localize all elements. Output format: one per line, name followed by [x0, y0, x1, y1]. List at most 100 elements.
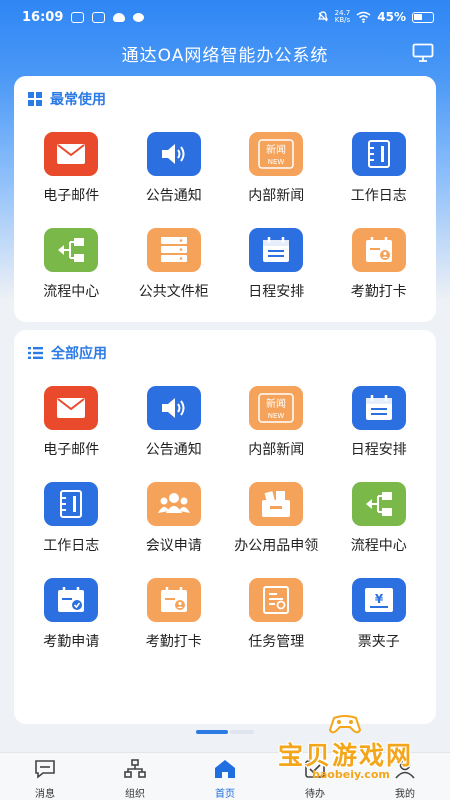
svg-text:新闻: 新闻 [266, 143, 286, 156]
status-bar: 16:09 24.7 KB/s 45% [0, 0, 450, 34]
frequent-app-tile[interactable]: 公告通知 [123, 122, 226, 218]
schedule-icon [351, 386, 406, 430]
app-label: 电子邮件 [43, 442, 100, 458]
tab-label: 首页 [215, 789, 235, 800]
frequent-app-tile[interactable]: 电子邮件 [20, 122, 123, 218]
page-indicator-active [196, 730, 228, 734]
frequent-app-tile[interactable]: 公共文件柜 [123, 218, 226, 314]
meeting-icon [146, 482, 201, 526]
all-app-tile[interactable]: ¥ 票夹子 [328, 568, 431, 664]
supplies-icon [249, 482, 304, 526]
app-label: 办公用品申领 [234, 538, 319, 554]
app-label: 日程安排 [248, 284, 305, 300]
all-apps-title: 全部应用 [51, 346, 107, 362]
app-label: 公告通知 [145, 188, 202, 204]
all-app-tile[interactable]: 新闻 NEW 内部新闻 [225, 376, 328, 472]
app-title: 通达OA网络智能办公系统 [121, 45, 329, 66]
workflow-icon [44, 228, 99, 272]
watermark-url: baobeiy.com [312, 768, 390, 781]
tab-label: 待办 [305, 789, 325, 800]
wifi-icon [356, 11, 371, 23]
frequent-app-tile[interactable]: 流程中心 [20, 218, 123, 314]
frequent-apps-grid: 电子邮件 公告通知 新闻 NEW 内部新闻 工作日志流程中心 公共文件柜 日程安排 考勤打卡 [14, 122, 436, 314]
watermark: 宝贝游戏网 baobeiy.com [268, 712, 450, 782]
speaker-icon [146, 132, 201, 176]
app-label: 考勤打卡 [350, 284, 407, 300]
tab-label: 组织 [125, 789, 145, 800]
all-app-tile[interactable]: 考勤申请 [20, 568, 123, 664]
watermark-text: 宝贝游戏网 [278, 741, 414, 770]
tab-home[interactable]: 首页 [180, 753, 270, 800]
app-label: 考勤申请 [43, 634, 100, 650]
news-icon: 新闻 NEW [249, 132, 304, 176]
app-notification-icon [92, 11, 106, 23]
frequent-app-tile[interactable]: 新闻 NEW 内部新闻 [225, 122, 328, 218]
svg-text:NEW: NEW [268, 158, 285, 166]
task-icon [249, 578, 304, 622]
home-icon [213, 759, 237, 785]
app-label: 内部新闻 [248, 442, 305, 458]
app-label: 公共文件柜 [138, 284, 209, 300]
clock-in-icon [351, 228, 406, 272]
all-apps-grid: 电子邮件 公告通知 新闻 NEW 内部新闻 日程安排工作日志 会议申请 办公用品申领 流程中心考… [14, 376, 436, 664]
grid-icon [28, 92, 42, 106]
app-label: 票夹子 [357, 634, 400, 650]
monitor-icon[interactable] [412, 43, 434, 63]
status-time: 16:09 [22, 9, 64, 25]
tab-org[interactable]: 组织 [90, 753, 180, 800]
battery-percent: 45% [377, 10, 406, 24]
app-label: 公告通知 [145, 442, 202, 458]
mail-icon [44, 386, 99, 430]
frequent-app-tile[interactable]: 工作日志 [328, 122, 431, 218]
app-label: 内部新闻 [248, 188, 305, 204]
app-label: 日程安排 [350, 442, 407, 458]
app-label: 考勤打卡 [145, 634, 202, 650]
svg-text:NEW: NEW [268, 412, 285, 420]
speaker-icon [146, 386, 201, 430]
gamepad-icon [328, 715, 362, 734]
mute-icon [317, 11, 328, 22]
all-app-tile[interactable]: 流程中心 [328, 472, 431, 568]
app-label: 会议申请 [145, 538, 202, 554]
app-label: 电子邮件 [43, 188, 100, 204]
app-label: 工作日志 [350, 188, 407, 204]
all-app-tile[interactable]: 会议申请 [123, 472, 226, 568]
all-app-tile[interactable]: 任务管理 [225, 568, 328, 664]
ticket-icon: ¥ [351, 578, 406, 622]
attendance-request-icon [44, 578, 99, 622]
tab-label: 我的 [395, 789, 415, 800]
all-apps-card: 全部应用 电子邮件 公告通知 新闻 NEW 内部新闻 日程安排工作日志 会议申请 办公用品申领… [14, 330, 436, 724]
net-speed: 24.7 KB/s [335, 10, 351, 24]
svg-text:新闻: 新闻 [266, 397, 286, 410]
all-app-tile[interactable]: 考勤打卡 [123, 568, 226, 664]
all-app-tile[interactable]: 办公用品申领 [225, 472, 328, 568]
mail-icon [44, 132, 99, 176]
journal-icon [44, 482, 99, 526]
all-app-tile[interactable]: 工作日志 [20, 472, 123, 568]
app-label: 流程中心 [350, 538, 407, 554]
cabinet-icon [146, 228, 201, 272]
all-app-tile[interactable]: 电子邮件 [20, 376, 123, 472]
all-apps-header: 全部应用 [14, 330, 436, 376]
all-app-tile[interactable]: 日程安排 [328, 376, 431, 472]
app-label: 流程中心 [43, 284, 100, 300]
message-icon [34, 759, 56, 785]
page-indicator-track [230, 730, 254, 734]
tab-label: 消息 [35, 789, 55, 800]
frequent-apps-header: 最常使用 [14, 76, 436, 122]
frequent-apps-card: 最常使用 电子邮件 公告通知 新闻 NEW 内部新闻 工作日志流程中心 公共文件柜 日程安排 考… [14, 76, 436, 322]
list-icon [28, 347, 43, 359]
workflow-icon [351, 482, 406, 526]
cloud-icon [113, 12, 126, 22]
frequent-app-tile[interactable]: 日程安排 [225, 218, 328, 314]
page-indicator [196, 730, 254, 734]
notification-icon [71, 11, 85, 23]
title-bar: 通达OA网络智能办公系统 [0, 34, 450, 72]
all-app-tile[interactable]: 公告通知 [123, 376, 226, 472]
net-speed-unit: KB/s [334, 16, 351, 24]
svg-text:¥: ¥ [375, 592, 384, 606]
clock-in-icon [146, 578, 201, 622]
tab-message[interactable]: 消息 [0, 753, 90, 800]
weibo-icon [133, 12, 145, 22]
frequent-app-tile[interactable]: 考勤打卡 [328, 218, 431, 314]
